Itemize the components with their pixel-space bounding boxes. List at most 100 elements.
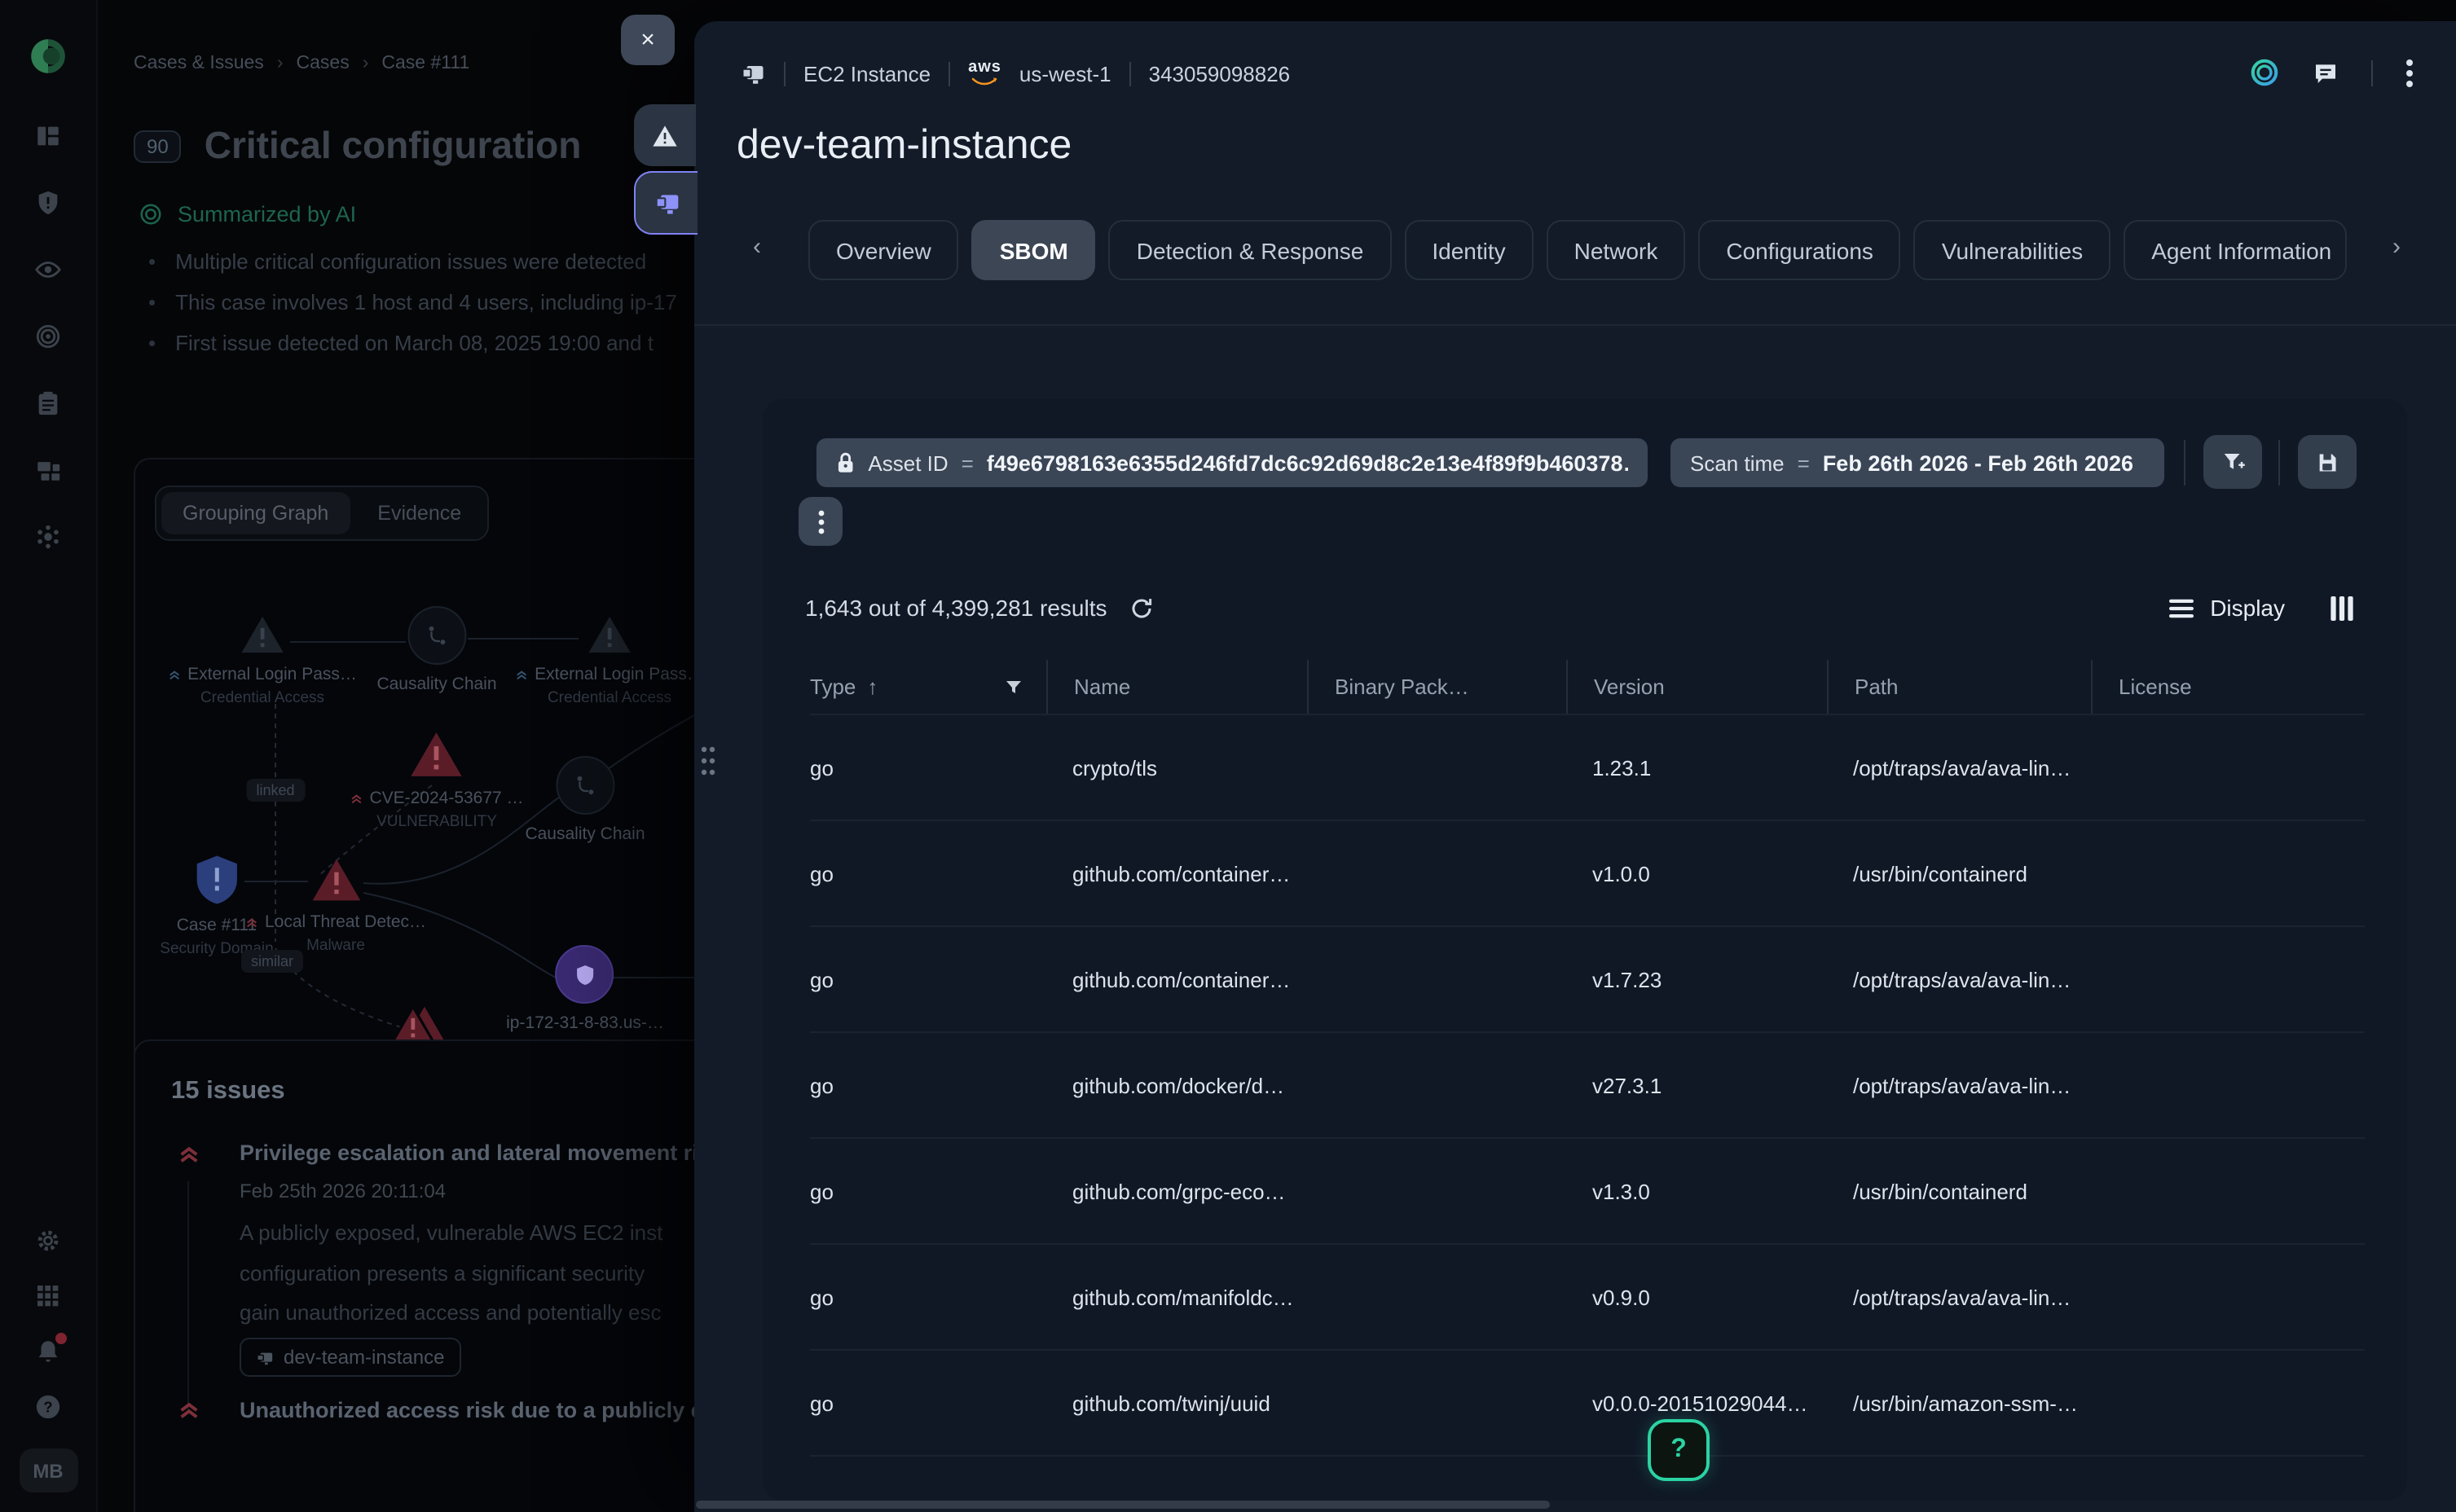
toggle-grouping-graph[interactable]: Grouping Graph <box>161 492 350 534</box>
table-cell-path: /opt/traps/ava/ava-lin… <box>1827 715 2091 820</box>
sidebar-item-ai-molecule[interactable] <box>34 523 62 551</box>
table-cell-type: go <box>810 821 1046 925</box>
case-score-badge: 90 <box>134 130 182 162</box>
tab-agent-information[interactable]: Agent Information <box>2124 220 2347 280</box>
ai-bullet: This case involves 1 host and 4 users, i… <box>175 282 677 323</box>
asset-tag-chip[interactable]: dev-team-instance <box>240 1338 460 1377</box>
filter-chip-scan-time[interactable]: Scan time = Feb 26th 2026 - Feb 26th 202… <box>1670 438 2164 487</box>
table-row[interactable]: gogithub.com/twinj/uuidv0.0.0-2015102904… <box>810 1351 2365 1457</box>
column-header-type[interactable]: Type↑ <box>810 660 1046 714</box>
tabs-scroll-right-icon[interactable]: › <box>2392 233 2401 261</box>
tab-vulnerabilities[interactable]: Vulnerabilities <box>1914 220 2110 280</box>
instance-monitor-icon <box>256 1348 274 1366</box>
table-cell-version: v27.3.1 <box>1566 1033 1827 1137</box>
breadcrumb-item[interactable]: Cases & Issues <box>134 54 264 73</box>
graph-node-causality[interactable]: Causality Chain <box>376 606 496 694</box>
drawer-resize-handle[interactable] <box>699 745 717 777</box>
brand-logo-icon[interactable] <box>28 36 68 77</box>
table-row[interactable]: gocrypto/tls1.23.1/opt/traps/ava/ava-lin… <box>810 715 2365 821</box>
lock-icon <box>836 451 855 474</box>
graph-node-alert[interactable]: External Login Pass… Credential Access <box>168 614 357 707</box>
asset-meta-bar: EC2 Instance aws us-west-1 343059098826 <box>740 60 1290 86</box>
column-header-path[interactable]: Path <box>1827 660 2091 714</box>
warning-triangle-icon <box>240 614 285 655</box>
horizontal-scrollbar[interactable] <box>696 1501 1550 1509</box>
sidebar-item-visibility-eye[interactable] <box>34 256 62 284</box>
issue-timestamp: Feb 25th 2026 20:11:04 <box>240 1180 446 1202</box>
table-cell-path: /opt/traps/ava/ava-lin… <box>1827 1033 2091 1137</box>
breadcrumb-item[interactable]: Cases <box>297 54 350 73</box>
display-button[interactable]: Display <box>2210 595 2285 621</box>
table-row[interactable]: gogithub.com/docker/d…v27.3.1/opt/traps/… <box>810 1033 2365 1139</box>
tab-sbom[interactable]: SBOM <box>972 220 1096 280</box>
display-menu-icon <box>2169 597 2194 618</box>
table-cell-binary_package <box>1307 1351 1566 1455</box>
column-header-name[interactable]: Name <box>1046 660 1307 714</box>
svg-text:?: ? <box>43 1398 52 1415</box>
table-row[interactable]: gogithub.com/container…v1.0.0/usr/bin/co… <box>810 821 2365 927</box>
save-query-button[interactable] <box>2298 435 2357 489</box>
help-fab-button[interactable]: ? <box>1648 1419 1710 1481</box>
display-controls: Display <box>2169 595 2353 621</box>
refresh-icon[interactable] <box>1130 596 1155 620</box>
severity-chevrons-icon <box>350 792 363 805</box>
more-filters-button[interactable] <box>799 497 843 546</box>
breadcrumb-item[interactable]: Case #111 <box>381 54 469 73</box>
instance-monitor-icon <box>740 61 766 86</box>
sort-ascending-icon[interactable]: ↑ <box>867 675 878 699</box>
tab-network[interactable]: Network <box>1547 220 1686 280</box>
graph-node-alert[interactable]: External Login Pass… Credential Access <box>515 614 704 707</box>
table-cell-license <box>2091 927 2365 1031</box>
graph-node-causality[interactable]: Causality Chain <box>525 756 645 844</box>
table-cell-name: github.com/twinj/uuid <box>1046 1351 1307 1455</box>
sidebar-item-compliance-clipboard[interactable] <box>34 389 62 417</box>
ai-assistant-ring-icon[interactable] <box>2249 57 2280 88</box>
graph-node-threat[interactable]: Local Threat Detec… Malware <box>245 857 426 955</box>
table-row[interactable]: gogithub.com/container…v1.7.23/opt/traps… <box>810 927 2365 1033</box>
tab-overview[interactable]: Overview <box>808 220 959 280</box>
table-cell-name: github.com/manifoldc… <box>1046 1245 1307 1349</box>
sidebar-item-alerts-shield[interactable] <box>34 189 62 217</box>
apps-grid-icon[interactable] <box>34 1282 62 1310</box>
sidebar-item-target[interactable] <box>34 323 62 350</box>
column-filter-icon[interactable] <box>1004 677 1023 697</box>
user-avatar[interactable]: MB <box>19 1448 77 1492</box>
sidebar-item-inventory-blocks[interactable] <box>34 456 62 484</box>
help-circle-icon[interactable]: ? <box>34 1393 62 1421</box>
table-cell-version: v1.0.0 <box>1566 821 1827 925</box>
settings-gear-icon[interactable] <box>34 1227 62 1255</box>
column-header-binary-package[interactable]: Binary Pack… <box>1307 660 1566 714</box>
chat-bubble-icon[interactable] <box>2313 59 2339 86</box>
table-cell-type: go <box>810 1351 1046 1455</box>
table-row[interactable]: gogithub.com/manifoldc…v0.9.0/opt/traps/… <box>810 1245 2365 1351</box>
more-options-kebab-icon[interactable] <box>2405 58 2414 87</box>
sidebar-item-dashboard[interactable] <box>34 122 62 150</box>
table-cell-license <box>2091 1033 2365 1137</box>
tabs-scroll-left-icon[interactable]: ‹ <box>753 233 761 261</box>
add-filter-button[interactable] <box>2203 435 2262 489</box>
column-header-license[interactable]: License <box>2091 660 2365 714</box>
issues-count-header: 15 issues <box>171 1077 285 1106</box>
causality-chain-icon <box>425 624 448 647</box>
edge-label-similar: similar <box>241 950 303 973</box>
toggle-evidence[interactable]: Evidence <box>356 492 482 534</box>
tab-detection-response[interactable]: Detection & Response <box>1109 220 1392 280</box>
notifications-bell-icon[interactable] <box>34 1338 62 1365</box>
table-cell-name: github.com/container… <box>1046 821 1307 925</box>
sbom-table: Type↑ Name Binary Pack… Version Path Lic… <box>810 660 2365 1457</box>
columns-icon[interactable] <box>2331 596 2353 620</box>
graph-node-cve[interactable]: CVE-2024-53677 … VULNERABILITY <box>350 730 523 831</box>
drawer-side-tab-asset-active[interactable] <box>634 171 698 235</box>
instance-monitor-icon <box>653 190 680 216</box>
table-cell-binary_package <box>1307 1245 1566 1349</box>
close-drawer-button[interactable]: × <box>621 15 675 65</box>
column-header-version[interactable]: Version <box>1566 660 1827 714</box>
asset-detail-drawer: EC2 Instance aws us-west-1 343059098826 … <box>694 21 2456 1512</box>
tab-identity[interactable]: Identity <box>1404 220 1533 280</box>
severity-chevrons-icon <box>168 668 181 681</box>
drawer-side-tab-alerts[interactable] <box>634 104 696 166</box>
table-row[interactable]: gogithub.com/grpc-eco…v1.3.0/usr/bin/con… <box>810 1139 2365 1245</box>
tab-configurations[interactable]: Configurations <box>1698 220 1901 280</box>
table-cell-path: /opt/traps/ava/ava-lin… <box>1827 1245 2091 1349</box>
filter-chip-asset-id[interactable]: Asset ID = f49e6798163e6355d246fd7dc6c92… <box>816 438 1648 487</box>
